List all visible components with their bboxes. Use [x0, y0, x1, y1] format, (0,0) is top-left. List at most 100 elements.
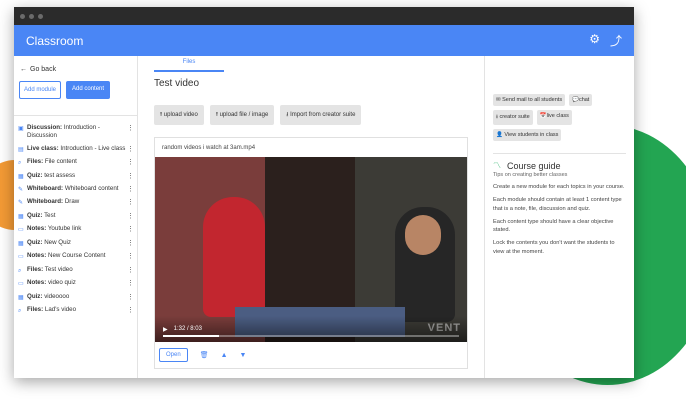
download-icon: ⭳: [286, 112, 289, 118]
right-panel: ✉ Send mail to all students 💬chat ⭳ crea…: [484, 56, 634, 378]
list-item-label: Files: File content: [27, 158, 77, 166]
main-content: Files Test video ⭱ upload video ⭱ upload…: [138, 56, 484, 378]
guide-tip: Lock the contents you don't want the stu…: [493, 240, 615, 255]
list-item-label: Live class: Introduction - Live class: [27, 144, 126, 152]
video-controls: ▶ 1:32 / 8:03: [155, 316, 467, 342]
file-icon: ⌕: [18, 160, 22, 167]
add-content-button[interactable]: Add content: [66, 81, 111, 99]
download-icon: ⭳: [496, 114, 498, 120]
list-item-label: Quiz: New Quiz: [27, 238, 72, 246]
arrow-left-icon: ←: [20, 66, 27, 73]
more-vert-icon[interactable]: ⋮: [127, 124, 134, 133]
more-vert-icon[interactable]: ⋮: [127, 266, 134, 275]
video-time: 1:32 / 8:03: [173, 326, 202, 332]
upload-file-label: upload file / image: [219, 112, 269, 118]
discussion-icon: ▣: [18, 126, 24, 132]
sidebar: ← Go back Add module Add content ▣ Discus…: [14, 56, 138, 378]
move-down-icon[interactable]: ▼: [240, 352, 247, 359]
list-item[interactable]: ⌕ Files: File content ⋮: [18, 156, 134, 169]
send-mail-button[interactable]: ✉ Send mail to all students: [493, 94, 566, 106]
list-item-label: Quiz: Test: [27, 211, 56, 219]
share-icon[interactable]: ⤴: [610, 32, 622, 49]
more-vert-icon[interactable]: ⋮: [127, 212, 134, 221]
list-item[interactable]: ▭ Notes: video quiz ⋮: [18, 277, 134, 290]
maximize-dot-icon[interactable]: [38, 13, 43, 19]
list-item-label: Notes: video quiz: [27, 279, 76, 287]
move-up-icon[interactable]: ▲: [221, 352, 228, 359]
chat-icon: 💬: [572, 97, 579, 103]
list-item-label: Whiteboard: Whiteboard content: [27, 185, 119, 193]
app-bar: Classroom ⚙ ⤴: [14, 25, 634, 56]
pencil-icon: ✎: [18, 187, 24, 194]
list-item-label: Files: Lad's video: [27, 305, 77, 313]
list-item-label: Quiz: videoooo: [27, 292, 70, 300]
list-item[interactable]: ▭ Notes: Youtube link ⋮: [18, 223, 134, 236]
more-vert-icon[interactable]: ⋮: [127, 185, 134, 194]
close-dot-icon[interactable]: [20, 13, 25, 19]
minimize-dot-icon[interactable]: [29, 13, 34, 19]
list-item[interactable]: ▦ Quiz: videoooo ⋮: [18, 291, 134, 304]
video-player[interactable]: VENT ▶ 1:32 / 8:03: [155, 157, 467, 342]
creator-suite-label: creator suite: [499, 114, 530, 120]
upload-icon: ⭱: [215, 112, 218, 118]
list-item[interactable]: ▦ Quiz: Test ⋮: [18, 210, 134, 223]
tab-files[interactable]: Files: [154, 56, 224, 72]
live-class-label: live class: [546, 113, 569, 119]
go-back-link[interactable]: ← Go back: [14, 56, 137, 73]
more-vert-icon[interactable]: ⋮: [127, 172, 134, 181]
more-vert-icon[interactable]: ⋮: [127, 158, 134, 167]
list-item[interactable]: ⌕ Files: Test video ⋮: [18, 264, 134, 277]
file-icon: ⌕: [18, 267, 22, 274]
page-title: Test video: [154, 78, 200, 89]
video-card: random videos i watch at 3am.mp4 VENT ▶ …: [154, 137, 468, 369]
list-item[interactable]: ✎ Whiteboard: Whiteboard content ⋮: [18, 183, 134, 196]
add-module-button[interactable]: Add module: [19, 81, 62, 99]
upload-icon: ⭱: [160, 112, 163, 118]
list-item-label: Notes: New Course Content: [27, 252, 106, 260]
play-icon[interactable]: ▶: [163, 326, 168, 333]
list-item-label: Whiteboard: Draw: [27, 198, 80, 206]
list-item[interactable]: ▭ Notes: New Course Content ⋮: [18, 250, 134, 263]
list-item-label: Discussion: Introduction - Discussion: [27, 124, 100, 140]
trend-icon: 〽: [493, 161, 501, 170]
live-class-button[interactable]: 📅live class: [536, 110, 572, 125]
upload-file-button[interactable]: ⭱ upload file / image: [209, 105, 275, 125]
settings-icon[interactable]: ⚙: [589, 32, 600, 49]
more-vert-icon[interactable]: ⋮: [127, 252, 134, 261]
list-item[interactable]: ▦ Quiz: New Quiz ⋮: [18, 237, 134, 250]
upload-video-button[interactable]: ⭱ upload video: [154, 105, 204, 125]
more-vert-icon[interactable]: ⋮: [127, 293, 134, 302]
mail-icon: ✉: [496, 97, 501, 103]
guide-tip: Each content type should have a clear ob…: [493, 218, 614, 234]
calendar-icon: 📅: [539, 113, 547, 119]
more-vert-icon[interactable]: ⋮: [127, 145, 134, 154]
quiz-icon: ▦: [18, 240, 24, 247]
upload-video-label: upload video: [163, 112, 198, 118]
list-item[interactable]: ⌕ Files: Lad's video ⋮: [18, 304, 134, 317]
video-caption: random videos i watch at 3am.mp4: [162, 145, 256, 151]
chat-button[interactable]: 💬chat: [569, 94, 593, 106]
list-item[interactable]: ▦ Quiz: test assess ⋮: [18, 170, 134, 183]
more-vert-icon[interactable]: ⋮: [127, 225, 134, 234]
creator-suite-button[interactable]: ⭳ creator suite: [493, 110, 533, 125]
video-progress-bar[interactable]: [163, 335, 459, 337]
more-vert-icon[interactable]: ⋮: [127, 239, 134, 248]
guide-tip: Each module should contain at least 1 co…: [493, 197, 622, 212]
view-students-button[interactable]: 👤 View students in class: [493, 129, 562, 141]
app-window: Classroom ⚙ ⤴ ← Go back Add module Add c…: [14, 7, 634, 378]
more-vert-icon[interactable]: ⋮: [127, 279, 134, 288]
open-button[interactable]: Open: [159, 348, 188, 362]
list-item[interactable]: ▣ Discussion: Introduction - Discussion ⋮: [18, 122, 134, 143]
more-vert-icon[interactable]: ⋮: [127, 306, 134, 315]
notes-icon: ▭: [18, 281, 24, 288]
view-students-label: View students in class: [504, 132, 559, 138]
notes-icon: ▭: [18, 227, 24, 234]
pencil-icon: ✎: [18, 200, 24, 207]
import-creator-button[interactable]: ⭳ Import from creator suite: [280, 105, 362, 125]
list-item[interactable]: ✎ Whiteboard: Draw ⋮: [18, 196, 134, 209]
trash-icon[interactable]: 🗑: [200, 351, 209, 359]
list-item[interactable]: ▤ Live class: Introduction - Live class ⋮: [18, 143, 134, 156]
person-right: [395, 207, 455, 322]
go-back-label: Go back: [30, 66, 57, 73]
more-vert-icon[interactable]: ⋮: [127, 198, 134, 207]
